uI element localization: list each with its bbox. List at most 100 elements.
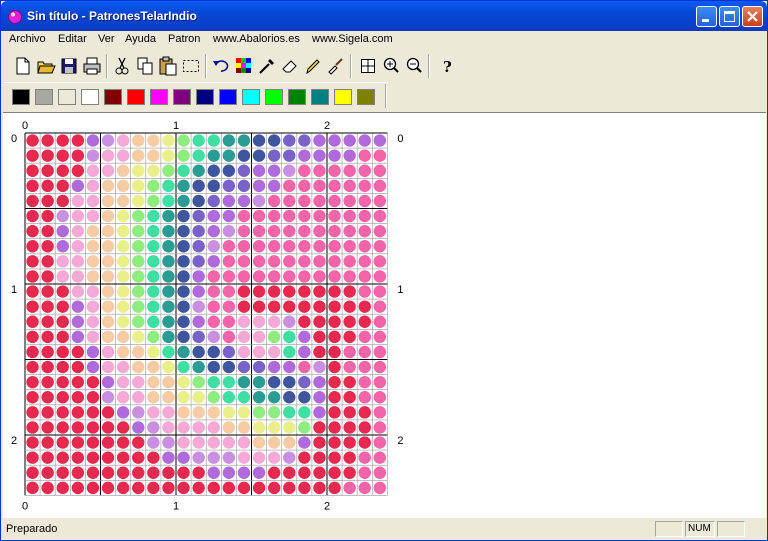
bead[interactable]: [147, 466, 160, 479]
bead[interactable]: [298, 406, 311, 419]
bead[interactable]: [177, 406, 190, 419]
bead[interactable]: [177, 451, 190, 464]
bead[interactable]: [328, 360, 341, 374]
bead[interactable]: [373, 209, 387, 223]
bead[interactable]: [237, 330, 251, 344]
bead[interactable]: [343, 194, 356, 208]
bead[interactable]: [267, 255, 281, 268]
bead[interactable]: [252, 270, 266, 283]
bead[interactable]: [237, 255, 251, 268]
bead[interactable]: [177, 270, 190, 283]
bead[interactable]: [101, 194, 115, 208]
bead[interactable]: [132, 375, 145, 389]
bead[interactable]: [207, 255, 220, 268]
bead[interactable]: [237, 375, 251, 389]
bead[interactable]: [132, 466, 145, 479]
bead[interactable]: [283, 255, 296, 268]
open-button[interactable]: [35, 55, 57, 77]
print-button[interactable]: [81, 55, 103, 77]
bead[interactable]: [116, 300, 130, 313]
color-swatch[interactable]: [288, 89, 306, 105]
bead[interactable]: [132, 481, 145, 495]
bead[interactable]: [26, 270, 39, 283]
bead[interactable]: [237, 436, 251, 449]
bead[interactable]: [313, 134, 326, 147]
bead[interactable]: [26, 391, 39, 404]
bead[interactable]: [132, 451, 145, 464]
bead[interactable]: [343, 466, 356, 479]
bead[interactable]: [162, 451, 175, 464]
bead[interactable]: [237, 481, 251, 495]
bead[interactable]: [116, 164, 130, 177]
bead[interactable]: [71, 345, 85, 359]
bead[interactable]: [41, 451, 54, 464]
new-button[interactable]: [12, 55, 34, 77]
bead[interactable]: [267, 285, 281, 298]
bead[interactable]: [373, 315, 387, 328]
bead[interactable]: [328, 421, 341, 434]
bead[interactable]: [328, 406, 341, 419]
bead[interactable]: [237, 179, 251, 193]
color-swatch[interactable]: [127, 89, 145, 105]
bead[interactable]: [207, 360, 220, 374]
bead[interactable]: [116, 270, 130, 283]
bead[interactable]: [56, 345, 69, 359]
bead[interactable]: [358, 451, 371, 464]
bead[interactable]: [358, 481, 371, 495]
bead[interactable]: [222, 375, 236, 389]
bead[interactable]: [26, 164, 39, 177]
bead[interactable]: [26, 255, 39, 268]
bead[interactable]: [328, 391, 341, 404]
bead[interactable]: [162, 194, 175, 208]
bead[interactable]: [283, 270, 296, 283]
bead[interactable]: [222, 360, 236, 374]
bead[interactable]: [252, 179, 266, 193]
bead[interactable]: [267, 481, 281, 495]
bead[interactable]: [283, 345, 296, 359]
bead[interactable]: [267, 451, 281, 464]
bead[interactable]: [373, 406, 387, 419]
bead[interactable]: [26, 345, 39, 359]
bead[interactable]: [343, 315, 356, 328]
bead[interactable]: [26, 194, 39, 208]
bead[interactable]: [177, 240, 190, 253]
bead[interactable]: [26, 466, 39, 479]
bead[interactable]: [237, 134, 251, 147]
color-swatch[interactable]: [104, 89, 122, 105]
bead[interactable]: [267, 179, 281, 193]
bead[interactable]: [71, 285, 85, 298]
zoom-out-button[interactable]: [403, 55, 425, 77]
bead[interactable]: [41, 315, 54, 328]
bead[interactable]: [101, 436, 115, 449]
bead[interactable]: [41, 224, 54, 238]
bead[interactable]: [26, 179, 39, 193]
bead[interactable]: [101, 315, 115, 328]
bead[interactable]: [192, 285, 205, 298]
bead[interactable]: [162, 360, 175, 374]
bead[interactable]: [101, 481, 115, 495]
minimize-button[interactable]: [696, 6, 717, 27]
bead[interactable]: [132, 209, 145, 223]
bead[interactable]: [313, 224, 326, 238]
bead[interactable]: [71, 421, 85, 434]
bead[interactable]: [358, 164, 371, 177]
bead[interactable]: [192, 330, 205, 344]
bead[interactable]: [328, 345, 341, 359]
eyedropper-button[interactable]: [256, 55, 278, 77]
bead[interactable]: [86, 270, 100, 283]
bead[interactable]: [162, 240, 175, 253]
bead[interactable]: [162, 270, 175, 283]
bead[interactable]: [328, 164, 341, 177]
bead[interactable]: [147, 285, 160, 298]
bead[interactable]: [101, 209, 115, 223]
bead[interactable]: [177, 255, 190, 268]
bead[interactable]: [132, 391, 145, 404]
bead[interactable]: [298, 209, 311, 223]
bead[interactable]: [298, 149, 311, 162]
bead[interactable]: [358, 406, 371, 419]
bead[interactable]: [267, 466, 281, 479]
bead[interactable]: [298, 270, 311, 283]
bead[interactable]: [26, 285, 39, 298]
bead[interactable]: [283, 451, 296, 464]
bead[interactable]: [328, 481, 341, 495]
